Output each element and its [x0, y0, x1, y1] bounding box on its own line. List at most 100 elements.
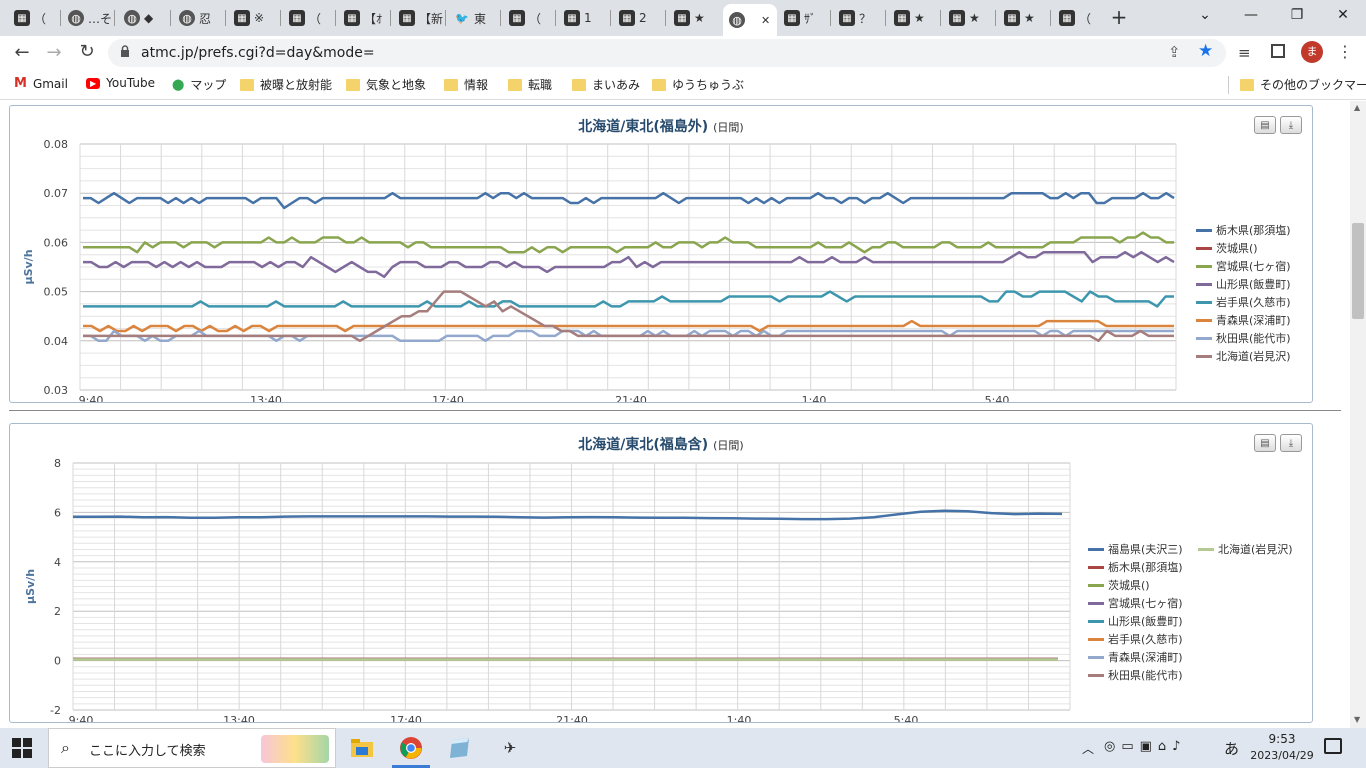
legend-item[interactable]: 栃木県(那須塩) — [1196, 222, 1291, 238]
tab-label: ｻﾞ — [804, 11, 817, 26]
scroll-down-arrow-icon[interactable]: ▼ — [1354, 715, 1360, 724]
scrollbar-thumb[interactable] — [1352, 223, 1364, 319]
legend-label: 宮城県(七ヶ宿) — [1216, 260, 1291, 273]
legend-item[interactable]: 青森県(深浦町) — [1196, 312, 1291, 328]
browser-tab[interactable]: ▦？ — [833, 4, 883, 32]
chrome-icon[interactable] — [399, 736, 423, 760]
bookmark-item[interactable]: まいあみ — [572, 76, 640, 93]
restore-button[interactable]: ❐ — [1274, 0, 1320, 30]
legend-item[interactable]: 茨城県() — [1088, 577, 1150, 593]
legend-item[interactable]: 茨城県() — [1196, 240, 1258, 256]
browser-tab[interactable]: ▦ （ — [503, 4, 553, 32]
back-button[interactable]: ← — [10, 42, 34, 64]
legend-item[interactable]: 北海道(岩見沢) — [1198, 541, 1293, 557]
reload-button[interactable]: ↻ — [75, 41, 99, 63]
close-window-button[interactable]: ✕ — [1320, 0, 1366, 30]
ime-indicator[interactable]: あ — [1224, 738, 1239, 759]
file-explorer-icon[interactable] — [350, 736, 374, 760]
taskbar-search[interactable]: ⌕ ここに入力して検索 — [48, 728, 336, 768]
bookmark-item[interactable]: M Gmail — [14, 76, 68, 91]
tray-chevron-icon[interactable]: ︿ — [1082, 740, 1094, 757]
legend-item[interactable]: 青森県(深浦町) — [1088, 649, 1183, 665]
tab-strip: ▦ （◍ …そ ◍ ◆ ◍ 忍 ▦ ※ ▦ （▦ 【ｵ ▦ 【新 🐦 東 ▦ （▦ 1 ▦ 2 ▦ ★ ◍ ✕ ▦ ｻﾞ ▦？ ▦ ★ ▦ ★… — [0, 0, 1366, 36]
bookmark-star-icon[interactable]: ★ — [1198, 41, 1213, 61]
tab-separator — [335, 10, 336, 26]
browser-tab[interactable]: ▦ 2 — [613, 4, 663, 32]
browser-tab[interactable]: ◍ 忍 — [173, 4, 223, 32]
browser-tab[interactable]: ▦ ※ — [228, 4, 278, 32]
tab-label: 【新 — [419, 11, 443, 26]
browser-tab[interactable]: ▦ 【ｵ — [338, 4, 388, 32]
legend-item[interactable]: 宮城県(七ヶ宿) — [1196, 258, 1291, 274]
tab-search-button[interactable]: ⌄ — [1182, 0, 1228, 30]
browser-tab[interactable]: ▦ ★ — [888, 4, 938, 32]
bookmark-item[interactable]: 情報 — [444, 76, 488, 93]
series-line[interactable] — [83, 250, 1175, 279]
legend-item[interactable]: 宮城県(七ヶ宿) — [1088, 595, 1183, 611]
tray-icons[interactable]: ◎▭▣⌂♪ — [1104, 739, 1186, 754]
browser-tab[interactable]: ▦ ｻﾞ — [778, 4, 828, 32]
x-tick-label: 9:40 — [69, 714, 94, 722]
browser-tab[interactable]: ▦ ★ — [998, 4, 1048, 32]
minimize-button[interactable]: — — [1228, 0, 1274, 30]
tab-label: ★ — [1024, 11, 1035, 25]
notification-icon[interactable] — [1324, 738, 1342, 754]
browser-tab[interactable]: ▦ 【新 — [393, 4, 443, 32]
bookmark-label: 情報 — [464, 78, 489, 92]
browser-tab[interactable]: ◍ ◆ — [118, 4, 168, 32]
legend-swatch — [1196, 282, 1212, 286]
bookmark-item[interactable]: 気象と地象 — [346, 76, 426, 93]
browser-tab[interactable]: ◍ …そ — [62, 4, 112, 32]
legend-label: 岩手県(久慈市) — [1108, 633, 1183, 646]
clock-date[interactable]: 2023/04/29 — [1246, 749, 1318, 762]
bookmarks-divider — [1228, 76, 1229, 94]
browser-tab[interactable]: 🐦 東 — [448, 4, 498, 32]
legend-item[interactable]: 栃木県(那須塩) — [1088, 559, 1183, 575]
legend-item[interactable]: 岩手県(久慈市) — [1196, 294, 1291, 310]
forward-button[interactable]: → — [42, 42, 66, 64]
tab-label: 東 — [474, 11, 487, 26]
legend-swatch — [1088, 673, 1104, 677]
bookmark-item[interactable]: 転職 — [508, 76, 552, 93]
page-scrollbar[interactable]: ▲ ▼ — [1350, 101, 1366, 728]
browser-tab[interactable]: ▦ 1 — [558, 4, 608, 32]
legend-item[interactable]: 福島県(夫沢三) — [1088, 541, 1183, 557]
scroll-up-arrow-icon[interactable]: ▲ — [1354, 103, 1360, 112]
clock-time[interactable]: 9:53 — [1250, 732, 1314, 746]
browser-tab[interactable]: ▦ （ — [283, 4, 333, 32]
tab-separator — [995, 10, 996, 26]
legend-item[interactable]: 岩手県(久慈市) — [1088, 631, 1183, 647]
share-icon[interactable]: ⇪ — [1168, 43, 1181, 61]
tab-separator — [1050, 10, 1051, 26]
airplane-icon[interactable]: ✈ — [498, 736, 522, 760]
legend-item[interactable]: 山形県(飯豊町) — [1088, 613, 1183, 629]
browser-tab[interactable]: ▦ ★ — [943, 4, 993, 32]
bookmark-item[interactable]: ⬤ マップ — [172, 76, 226, 93]
legend-swatch — [1196, 354, 1212, 358]
app-icon[interactable] — [448, 736, 472, 760]
menu-icon[interactable]: ⋮ — [1337, 42, 1353, 61]
bookmark-label: マップ — [190, 78, 227, 92]
close-tab-icon[interactable]: ✕ — [761, 14, 770, 27]
legend-item[interactable]: 秋田県(能代市) — [1088, 667, 1183, 683]
legend-swatch — [1198, 547, 1214, 551]
legend-item[interactable]: 秋田県(能代市) — [1196, 330, 1291, 346]
start-button[interactable] — [12, 738, 32, 758]
browser-tab[interactable]: ▦ （ — [8, 4, 58, 32]
side-panel-icon[interactable] — [1271, 44, 1285, 58]
bookmark-item[interactable]: 被曝と放射能 — [240, 76, 332, 93]
new-tab-button[interactable]: + — [1106, 6, 1132, 30]
legend-item[interactable]: 北海道(岩見沢) — [1196, 348, 1291, 364]
avatar[interactable]: ま — [1301, 41, 1323, 63]
x-tick-label: 17:40 — [432, 394, 464, 402]
omnibox[interactable]: atmc.jp/prefs.cgi?d=day&mode= ⇪ ★ — [108, 39, 1226, 67]
bookmark-item[interactable]: ▶ YouTube — [86, 76, 155, 90]
bookmark-item[interactable]: ゆうちゅうぶ — [652, 76, 744, 93]
legend-item[interactable]: 山形県(飯豊町) — [1196, 276, 1291, 292]
browser-tab[interactable]: ◍ ✕ — [723, 4, 777, 36]
browser-tab[interactable]: ▦ （ — [1053, 4, 1103, 32]
reading-list-icon[interactable]: ≡ — [1238, 44, 1251, 62]
other-bookmarks[interactable]: その他のブックマーク — [1240, 76, 1366, 93]
browser-tab[interactable]: ▦ ★ — [668, 4, 718, 32]
series-line[interactable] — [83, 319, 1174, 333]
